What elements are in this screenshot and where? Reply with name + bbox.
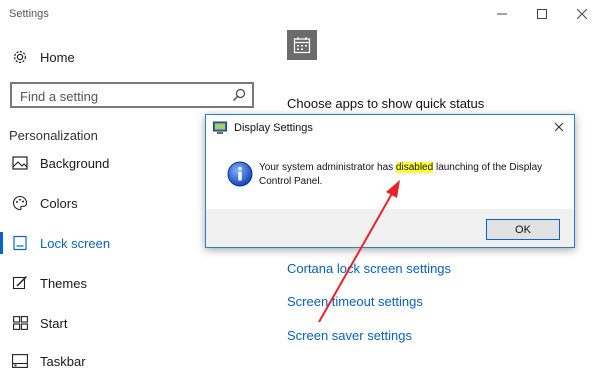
start-grid-icon [11, 314, 29, 332]
cortana-lock-screen-link[interactable]: Cortana lock screen settings [287, 261, 451, 276]
sidebar-item-start[interactable]: Start [0, 307, 270, 339]
sidebar-item-label: Start [40, 315, 68, 331]
sidebar-item-label: Home [40, 49, 75, 65]
lock-screen-icon [11, 234, 29, 252]
highlighted-word: disabled [395, 162, 434, 173]
close-button[interactable] [566, 0, 598, 28]
calendar-app-tile[interactable] [287, 30, 317, 60]
sidebar-item-home[interactable]: Home [0, 41, 270, 73]
sidebar-item-themes[interactable]: Themes [0, 267, 270, 299]
dialog-title-bar: Display Settings [206, 115, 574, 141]
sidebar-item-label: Background [40, 155, 110, 171]
dialog-message: Your system administrator has disabled l… [259, 162, 543, 187]
sidebar-item-label: Themes [40, 275, 87, 291]
screen-saver-link[interactable]: Screen saver settings [287, 328, 412, 343]
taskbar-icon [11, 352, 29, 370]
screen-timeout-link[interactable]: Screen timeout settings [287, 294, 423, 309]
window-title: Settings [9, 8, 49, 20]
sidebar-item-label: Lock screen [40, 235, 111, 251]
close-icon [577, 9, 587, 19]
display-settings-icon [213, 121, 227, 135]
gear-icon [11, 48, 29, 66]
dialog-footer: OK [206, 209, 574, 247]
display-settings-dialog: Display Settings Your system administrat… [205, 114, 575, 248]
sidebar-item-label: Colors [40, 195, 78, 211]
dialog-body: Your system administrator has disabled l… [206, 141, 574, 209]
search-box[interactable] [10, 82, 254, 108]
maximize-icon [537, 9, 547, 19]
minimize-button[interactable] [486, 0, 518, 28]
sidebar-item-taskbar[interactable]: Taskbar [0, 345, 270, 377]
dialog-title: Display Settings [234, 122, 313, 134]
brush-icon [11, 274, 29, 292]
sidebar-item-label: Taskbar [40, 353, 86, 369]
section-heading: Personalization [9, 128, 98, 143]
maximize-button[interactable] [526, 0, 558, 28]
info-icon [227, 161, 253, 187]
dialog-close-icon[interactable] [552, 120, 566, 134]
settings-window: Settings Home Personalization Background [0, 0, 600, 380]
minimize-icon [497, 13, 507, 15]
picture-icon [11, 154, 29, 172]
title-bar: Settings [0, 0, 600, 30]
quick-status-heading: Choose apps to show quick status [287, 96, 485, 111]
search-icon[interactable] [232, 88, 246, 102]
palette-icon [11, 194, 29, 212]
ok-button[interactable]: OK [486, 219, 560, 240]
calendar-icon [293, 37, 311, 54]
search-input[interactable] [20, 87, 220, 105]
